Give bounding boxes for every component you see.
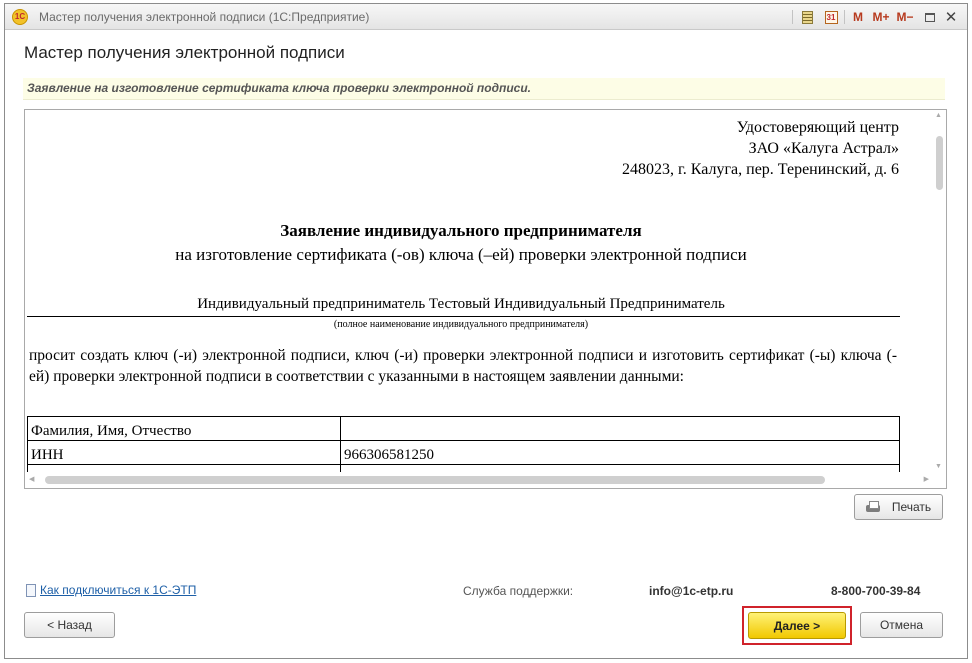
table-row: Фамилия, Имя, Отчество [27,416,900,441]
memory-plus-button[interactable]: M+ [871,8,891,26]
calendar-icon[interactable]: 31 [823,8,839,26]
document-subheading: на изготовление сертификата (-ов) ключа … [175,245,747,264]
help-link-label: Как подключиться к 1С-ЭТП [40,583,197,597]
table-cell-value: 966306581250 [340,440,900,465]
document-viewer[interactable]: Удостоверяющий центр ЗАО «Калуга Астрал»… [24,109,947,489]
support-email: info@1c-etp.ru [649,584,734,598]
restore-window-icon[interactable] [923,8,937,26]
support-phone: 8-800-700-39-84 [831,584,921,598]
table-cell-label: ИНН [27,440,341,465]
horizontal-scrollbar[interactable]: ◀ ▶ [25,472,933,488]
support-label: Служба поддержки: [463,584,574,598]
table-cell-value [340,416,900,441]
recipient-line: Удостоверяющий центр [736,119,899,136]
cancel-button[interactable]: Отмена [860,612,943,638]
calculator-icon[interactable] [800,8,814,26]
close-icon[interactable]: ✕ [943,8,959,26]
request-text: просит создать ключ (-и) электронной под… [29,347,897,385]
vertical-scrollbar[interactable]: ▲ ▼ [932,110,946,472]
applicant-caption: (полное наименование индивидуального пре… [333,319,589,330]
application-document: Удостоверяющий центр ЗАО «Калуга Астрал»… [25,110,933,472]
memory-button[interactable]: M [851,8,865,26]
scroll-up-icon[interactable]: ▲ [935,112,942,119]
recipient-line: 248023, г. Калуга, пер. Теренинский, д. … [622,161,899,178]
step-subtitle: Заявление на изготовление сертификата кл… [23,78,945,100]
form-title: Мастер получения электронной подписи [24,43,345,62]
title-bar[interactable]: 1С Мастер получения электронной подписи … [5,4,967,192]
horizontal-scroll-thumb[interactable] [45,476,825,484]
scroll-right-icon[interactable]: ▶ [924,475,929,483]
1c-logo-icon[interactable]: 1С [12,9,28,25]
recipient-line: ЗАО «Калуга Астрал» [748,140,899,157]
table-cell-label: Фамилия, Имя, Отчество [27,416,341,441]
vertical-scroll-thumb[interactable] [936,136,943,190]
document-heading: Заявление индивидуального предпринимател… [280,221,642,240]
table-row: ИНН 966306581250 [27,440,900,465]
scroll-down-icon[interactable]: ▼ [935,463,942,470]
scroll-left-icon[interactable]: ◀ [29,475,34,483]
next-button[interactable]: Далее > [748,612,846,639]
applicant-underline [27,316,900,317]
print-button[interactable]: Печать [854,494,943,520]
next-button-highlight: Далее > [742,606,852,645]
back-button[interactable]: < Назад [24,612,115,638]
toolbar-divider [792,10,793,24]
wizard-window: 1С Мастер получения электронной подписи … [4,3,968,659]
toolbar-divider [844,10,845,24]
print-button-label: Печать [891,500,932,514]
applicant-name: Индивидуальный предприниматель Тестовый … [197,296,725,312]
memory-minus-button[interactable]: M− [895,8,915,26]
page-icon [26,583,36,597]
printer-icon [865,501,880,513]
table-row [27,464,900,472]
applicant-data-table: Фамилия, Имя, Отчество ИНН 966306581250 [27,416,900,472]
help-link[interactable]: Как подключиться к 1С-ЭТП [26,583,196,597]
window-title: Мастер получения электронной подписи (1С… [39,10,370,24]
